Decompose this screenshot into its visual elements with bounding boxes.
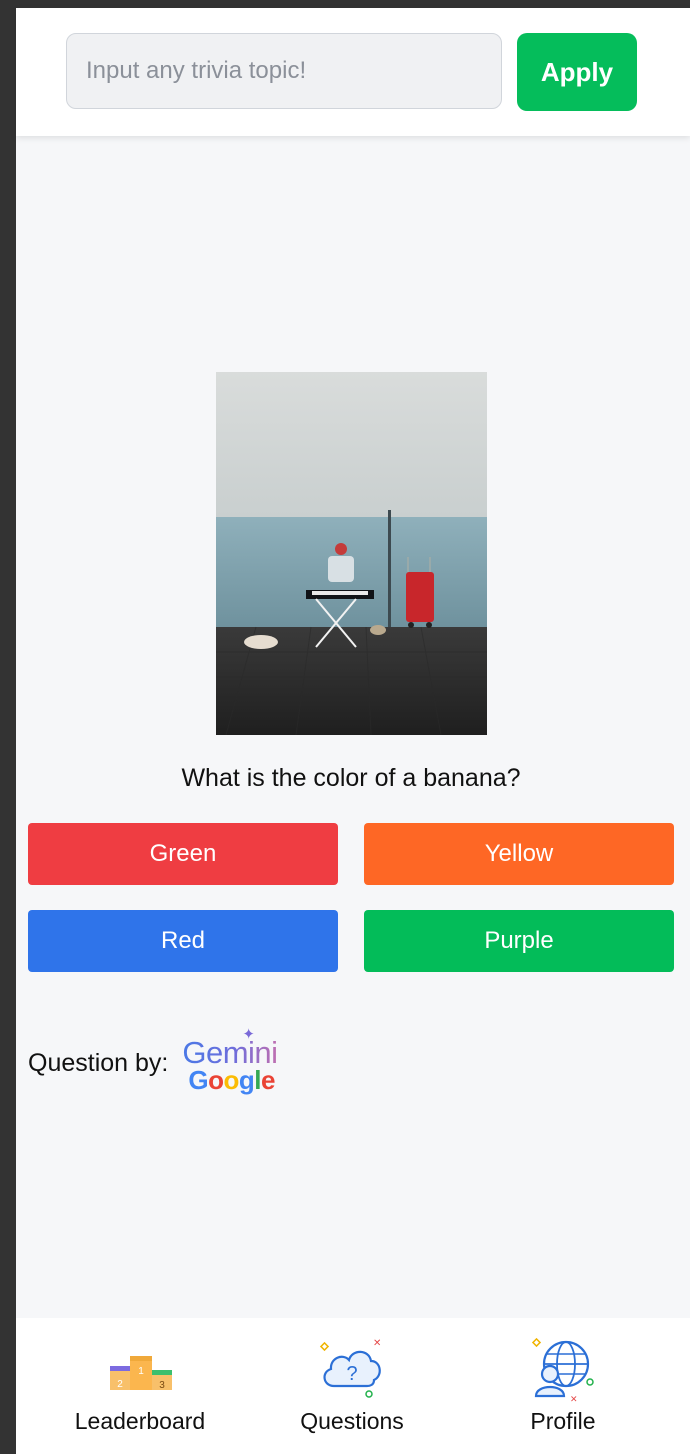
svg-text:2: 2 [117, 1379, 123, 1390]
answer-button-green[interactable]: Green [28, 823, 338, 885]
svg-text:1: 1 [138, 1366, 144, 1377]
nav-label-leaderboard: Leaderboard [74, 1408, 206, 1434]
svg-text:3: 3 [159, 1380, 165, 1391]
answer-button-purple[interactable]: Purple [364, 910, 674, 972]
topic-search-input[interactable] [66, 33, 502, 109]
question-text: What is the color of a banana? [181, 764, 521, 792]
question-cloud-icon: ? ✕ [317, 1336, 387, 1403]
apply-button[interactable]: Apply [517, 33, 637, 111]
svg-text:✕: ✕ [373, 1338, 381, 1349]
gemini-google-logo: ✦ Gemini Google [182, 1026, 286, 1095]
google-wordmark: Google [188, 1065, 275, 1095]
svg-text:?: ? [346, 1363, 357, 1385]
topic-bar: Apply [16, 8, 690, 136]
nav-item-profile[interactable]: ✕ Profile [463, 1318, 663, 1454]
nav-label-profile: Profile [530, 1408, 596, 1434]
nav-item-questions[interactable]: ? ✕ Questions [252, 1318, 452, 1454]
bottom-navigation: 2 1 3 Leaderboard ? ✕ Questions ✕ Profil… [16, 1318, 690, 1454]
podium-icon: 2 1 3 [107, 1342, 173, 1401]
svg-text:✕: ✕ [570, 1394, 578, 1402]
answer-button-red[interactable]: Red [28, 910, 338, 972]
question-credit: Question by: ✦ Gemini Google [28, 1026, 286, 1098]
credit-label: Question by: [28, 1048, 169, 1077]
nav-item-leaderboard[interactable]: 2 1 3 Leaderboard [40, 1318, 240, 1454]
question-image [216, 372, 487, 735]
globe-person-icon: ✕ [530, 1336, 596, 1407]
answer-button-yellow[interactable]: Yellow [364, 823, 674, 885]
trivia-app: Apply [16, 8, 690, 1454]
nav-label-questions: Questions [300, 1408, 404, 1434]
